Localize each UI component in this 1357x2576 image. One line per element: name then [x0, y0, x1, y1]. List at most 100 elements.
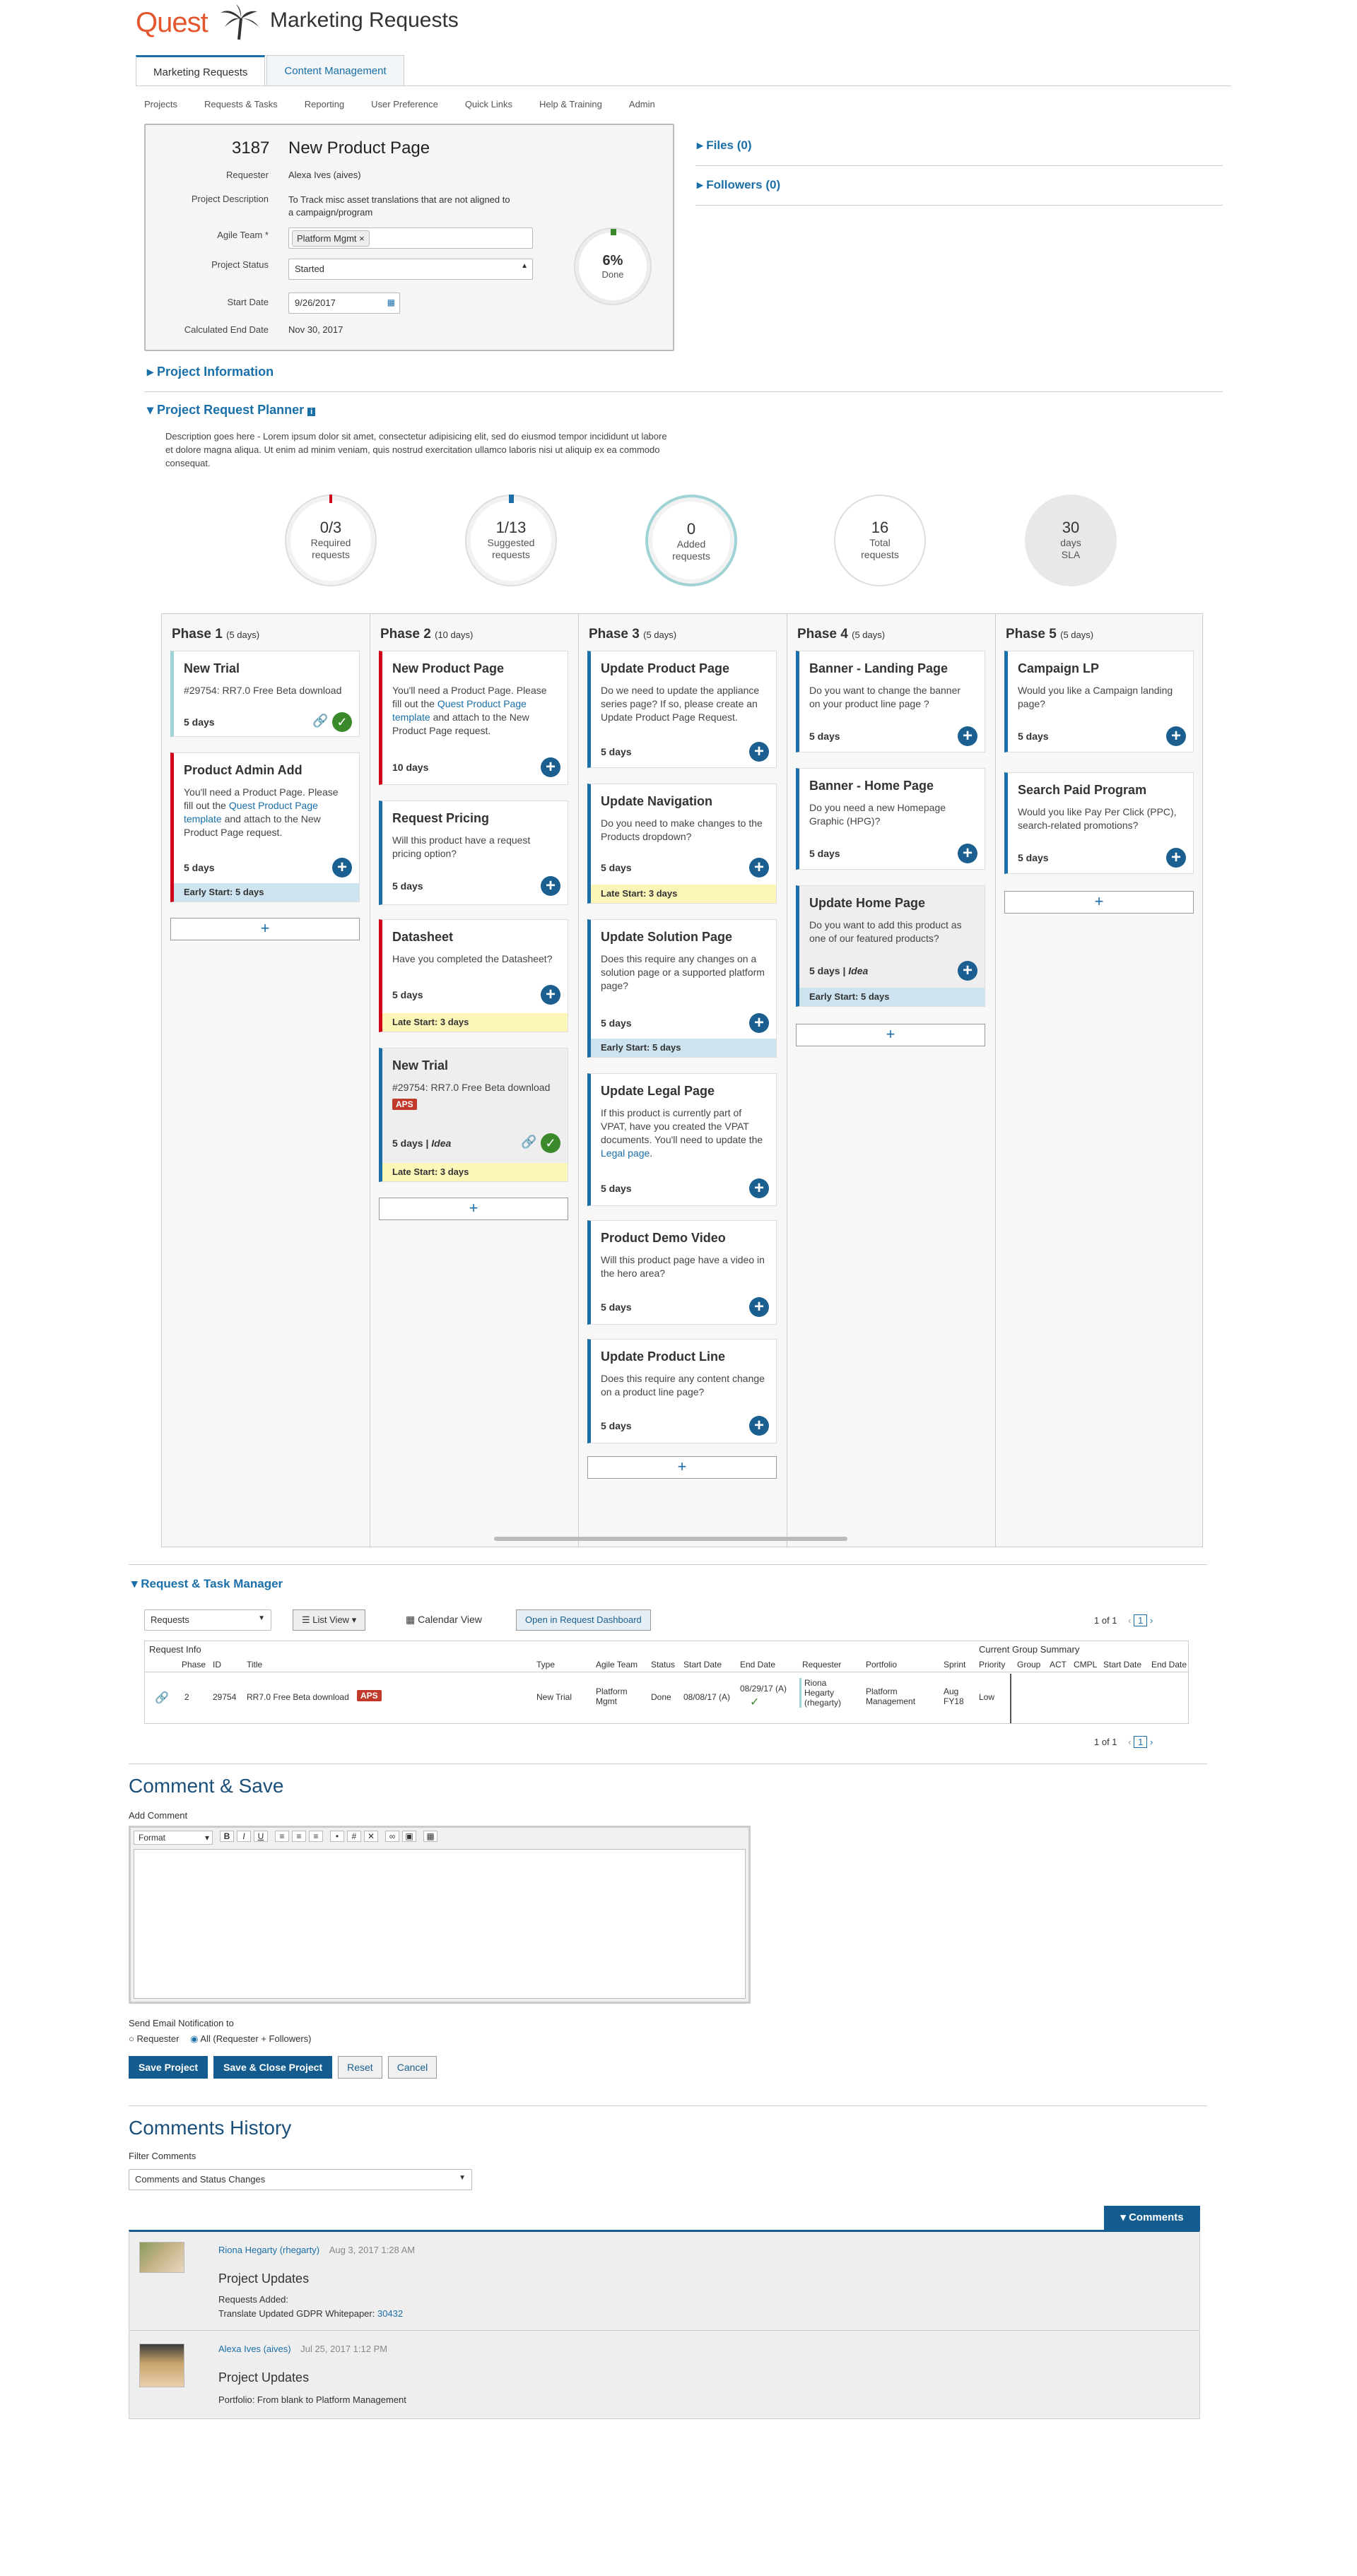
- request-type-select[interactable]: Requests ▼: [144, 1609, 271, 1631]
- request-card[interactable]: Update Home Page Do you want to add this…: [796, 885, 985, 1007]
- stat-added[interactable]: 0 Added requests: [645, 495, 737, 586]
- request-link[interactable]: 30432: [377, 2308, 403, 2319]
- col-header[interactable]: CMPL: [1074, 1660, 1097, 1670]
- bold-icon[interactable]: B: [220, 1831, 234, 1842]
- prev-page-icon[interactable]: ‹: [1128, 1737, 1131, 1747]
- request-card[interactable]: Update Product Page Do we need to update…: [587, 651, 777, 768]
- request-card[interactable]: New Trial #29754: RR7.0 Free Beta downlo…: [379, 1048, 568, 1182]
- request-card[interactable]: New Product Page You'll need a Product P…: [379, 651, 568, 785]
- planner-accordion[interactable]: ▾ Project Request Planner i: [147, 403, 316, 418]
- add-request-icon[interactable]: +: [958, 726, 977, 746]
- request-card[interactable]: Datasheet Have you completed the Datashe…: [379, 919, 568, 1032]
- add-request-icon[interactable]: +: [958, 961, 977, 981]
- remove-chip-icon[interactable]: ×: [359, 233, 365, 244]
- project-status-select[interactable]: Started ▲: [288, 259, 533, 280]
- save-project-button[interactable]: Save Project: [129, 2056, 208, 2079]
- agile-team-field[interactable]: Platform Mgmt ×: [288, 228, 533, 249]
- project-information-accordion[interactable]: ▸ Project Information: [147, 365, 274, 379]
- link-icon[interactable]: 🔗: [521, 1135, 536, 1150]
- add-request-icon[interactable]: +: [332, 858, 352, 878]
- requester-radio[interactable]: ○: [129, 2033, 134, 2044]
- comment-user-link[interactable]: Alexa Ives (aives): [218, 2344, 291, 2354]
- bullet-list-icon[interactable]: •: [330, 1831, 344, 1842]
- prev-page-icon[interactable]: ‹: [1128, 1615, 1131, 1626]
- request-card[interactable]: Update Navigation Do you need to make ch…: [587, 784, 777, 904]
- add-request-icon[interactable]: +: [1166, 848, 1186, 868]
- all-radio[interactable]: ◉: [190, 2033, 198, 2044]
- numbered-list-icon[interactable]: #: [347, 1831, 361, 1842]
- list-view-button[interactable]: ☰ List View ▾: [293, 1609, 366, 1631]
- col-header[interactable]: ACT: [1050, 1660, 1067, 1670]
- col-header[interactable]: Agile Team: [596, 1660, 638, 1670]
- col-header[interactable]: Start Date: [1103, 1660, 1141, 1670]
- request-card[interactable]: Product Admin Add You'll need a Product …: [170, 752, 360, 902]
- table-row[interactable]: 🔗 2 29754 RR7.0 Free Beta download APS N…: [145, 1674, 1188, 1723]
- request-card[interactable]: Request Pricing Will this product have a…: [379, 800, 568, 905]
- next-page-icon[interactable]: ›: [1150, 1737, 1153, 1747]
- image-icon[interactable]: ▣: [402, 1831, 416, 1842]
- add-card-button[interactable]: +: [1004, 891, 1194, 914]
- italic-icon[interactable]: I: [237, 1831, 251, 1842]
- request-card[interactable]: Update Solution Page Does this require a…: [587, 919, 777, 1058]
- link-icon[interactable]: 🔗: [155, 1691, 169, 1705]
- col-header[interactable]: Requester: [802, 1660, 841, 1670]
- add-request-icon[interactable]: +: [541, 985, 560, 1005]
- card-link[interactable]: #29754: RR7.0 Free Beta download: [392, 1081, 556, 1094]
- underline-icon[interactable]: U: [254, 1831, 268, 1842]
- open-dashboard-button[interactable]: Open in Request Dashboard: [516, 1609, 651, 1631]
- rtm-accordion[interactable]: ▾ Request & Task Manager: [131, 1577, 283, 1591]
- request-card[interactable]: Search Paid Program Would you like Pay P…: [1004, 772, 1194, 874]
- calendar-view-button[interactable]: ▦ Calendar View: [406, 1614, 482, 1626]
- add-request-icon[interactable]: +: [541, 757, 560, 777]
- request-card[interactable]: Product Demo Video Will this product pag…: [587, 1220, 777, 1325]
- col-header[interactable]: ID: [213, 1660, 221, 1670]
- col-header[interactable]: Sprint: [944, 1660, 965, 1670]
- add-request-icon[interactable]: +: [749, 1178, 769, 1198]
- align-right-icon[interactable]: ≡: [309, 1831, 323, 1842]
- cell-title-link[interactable]: RR7.0 Free Beta download: [247, 1692, 349, 1702]
- comment-textarea[interactable]: [134, 1849, 746, 1999]
- quest-logo[interactable]: Quest: [136, 7, 208, 39]
- col-header[interactable]: Start Date: [683, 1660, 722, 1670]
- calendar-icon[interactable]: ▦: [387, 297, 395, 307]
- filter-select[interactable]: Comments and Status Changes ▼: [129, 2169, 472, 2190]
- team-chip[interactable]: Platform Mgmt ×: [292, 230, 370, 247]
- add-request-icon[interactable]: +: [749, 1416, 769, 1436]
- col-header[interactable]: End Date: [1151, 1660, 1187, 1670]
- tab-marketing-requests[interactable]: Marketing Requests: [136, 55, 266, 86]
- add-request-icon[interactable]: +: [749, 742, 769, 762]
- subnav-quick-links[interactable]: Quick Links: [465, 99, 512, 110]
- request-card[interactable]: Update Legal Page If this product is cur…: [587, 1073, 777, 1206]
- add-card-button[interactable]: +: [379, 1198, 568, 1220]
- group-summary-link[interactable]: Current Group Summary: [979, 1644, 1079, 1655]
- col-header[interactable]: Status: [651, 1660, 675, 1670]
- request-card[interactable]: Update Product Line Does this require an…: [587, 1339, 777, 1443]
- link-icon[interactable]: 🔗: [312, 714, 328, 728]
- next-page-icon[interactable]: ›: [1150, 1615, 1153, 1626]
- col-header[interactable]: Portfolio: [866, 1660, 897, 1670]
- request-card[interactable]: New Trial #29754: RR7.0 Free Beta downlo…: [170, 651, 360, 737]
- tab-content-management[interactable]: Content Management: [266, 55, 404, 86]
- request-card[interactable]: Campaign LP Would you like a Campaign la…: [1004, 651, 1194, 752]
- add-request-icon[interactable]: +: [749, 1013, 769, 1033]
- table-icon[interactable]: ▦: [423, 1831, 437, 1842]
- subnav-reporting[interactable]: Reporting: [305, 99, 344, 110]
- align-center-icon[interactable]: ≡: [292, 1831, 306, 1842]
- subnav-admin[interactable]: Admin: [629, 99, 655, 110]
- add-request-icon[interactable]: +: [958, 844, 977, 863]
- add-request-icon[interactable]: +: [749, 1297, 769, 1317]
- request-card[interactable]: Banner - Landing Page Do you want to cha…: [796, 651, 985, 752]
- current-page[interactable]: 1: [1134, 1614, 1148, 1626]
- subnav-requests-tasks[interactable]: Requests & Tasks: [204, 99, 278, 110]
- cancel-button[interactable]: Cancel: [387, 2056, 437, 2079]
- add-request-icon[interactable]: +: [1166, 726, 1186, 746]
- format-select[interactable]: Format ▾: [134, 1831, 213, 1845]
- col-header[interactable]: Type: [536, 1660, 555, 1670]
- legal-page-link[interactable]: Legal page: [601, 1147, 650, 1159]
- add-card-button[interactable]: +: [170, 918, 360, 940]
- clear-format-icon[interactable]: ✕: [364, 1831, 378, 1842]
- link-icon[interactable]: ∞: [385, 1831, 399, 1842]
- align-left-icon[interactable]: ≡: [275, 1831, 289, 1842]
- reset-button[interactable]: Reset: [338, 2056, 382, 2079]
- col-header[interactable]: Title: [247, 1660, 262, 1670]
